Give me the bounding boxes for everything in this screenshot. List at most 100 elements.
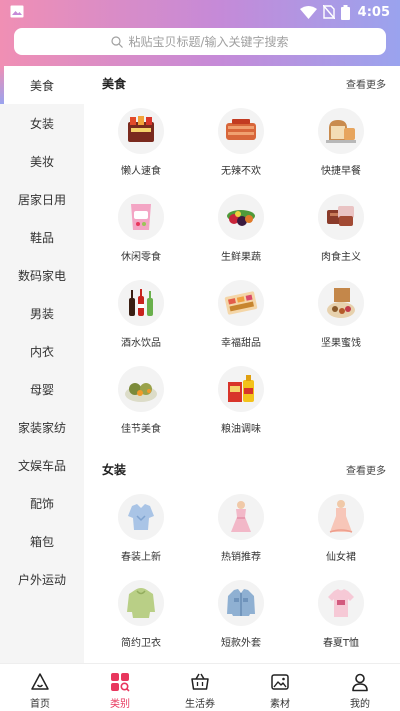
section-title: 女装: [102, 463, 127, 477]
grid-item-label: 简约卫衣: [121, 638, 161, 649]
sidebar-item-underwear[interactable]: 内衣: [0, 332, 84, 370]
grid-item-nuts[interactable]: 坚果蜜饯: [296, 280, 386, 360]
search-placeholder: 粘贴宝贝标题/输入关键字搜索: [128, 35, 289, 49]
grid-item-breakfast[interactable]: 快捷早餐: [296, 108, 386, 188]
nav-label: 生活券: [185, 699, 215, 710]
grid-item-drinks[interactable]: 酒水饮品: [96, 280, 186, 360]
category-icon: [111, 673, 130, 692]
grid-item-label: 粮油调味: [221, 424, 261, 435]
sidebar-item-baby[interactable]: 母婴: [0, 370, 84, 408]
gallery-notification-icon: [10, 5, 24, 18]
grid-item-snacks[interactable]: 休闲零食: [96, 194, 186, 274]
view-more-link[interactable]: 查看更多: [346, 462, 386, 477]
status-bar: 4:05: [0, 0, 400, 24]
grid-item-instant-food[interactable]: 懒人速食: [96, 108, 186, 188]
sidebar-item-mens-wear[interactable]: 男装: [0, 294, 84, 332]
sidebar-item-shoes[interactable]: 鞋品: [0, 218, 84, 256]
grid-item-meat[interactable]: 肉食主义: [296, 194, 386, 274]
no-sim-icon: [322, 5, 335, 19]
grid-item-grain-oil[interactable]: 粮油调味: [196, 366, 286, 446]
sidebar-item-label: 母婴: [29, 382, 54, 397]
battery-icon: [340, 4, 350, 20]
search-input[interactable]: 粘贴宝贝标题/输入关键字搜索: [14, 28, 386, 55]
sidebar-item-label: 鞋品: [29, 230, 54, 245]
view-more-link[interactable]: 查看更多: [346, 76, 386, 91]
grid-item-spicy[interactable]: 无辣不欢: [196, 108, 286, 188]
nuts-icon: [318, 280, 364, 326]
search-icon: [111, 35, 124, 48]
sidebar-item-accessories[interactable]: 配饰: [0, 484, 84, 522]
nav-label: 素材: [270, 699, 290, 710]
sidebar-item-beauty[interactable]: 美妆: [0, 142, 84, 180]
grid-item-label: 佳节美食: [121, 424, 161, 435]
sidebar-item-household[interactable]: 居家日用: [0, 180, 84, 218]
sidebar-item-label: 美食: [29, 78, 54, 93]
user-icon: [352, 673, 368, 692]
sidebar-item-label: 女装: [29, 116, 54, 131]
grid-item-label: 酒水饮品: [121, 338, 161, 349]
category-sidebar: 美食 女装 美妆 居家日用 鞋品 数码家电 男装 内衣 母婴 家装家纺 文娱车品…: [0, 66, 84, 663]
sidebar-item-label: 户外运动: [17, 572, 66, 587]
nav-materials[interactable]: 素材: [240, 664, 320, 711]
status-icons: 4:05: [299, 3, 390, 21]
sidebar-item-bags[interactable]: 箱包: [0, 522, 84, 560]
sidebar-item-label: 居家日用: [17, 192, 66, 207]
grid-item-label: 快捷早餐: [321, 166, 361, 177]
section-womens-wear: 女装 查看更多 春装上新 热销推荐 仙女裙 简约卫衣 短款外套 春夏T恤: [84, 452, 400, 663]
festival-food-icon: [118, 366, 164, 412]
grid-item-hoodie[interactable]: 简约卫衣: [96, 580, 186, 660]
grid-item-label: 懒人速食: [121, 166, 161, 177]
dress-icon: [218, 494, 264, 540]
sidebar-item-food[interactable]: 美食: [0, 66, 84, 104]
bottles-icon: [118, 280, 164, 326]
nav-home[interactable]: 首页: [0, 664, 80, 711]
tshirt-icon: [318, 580, 364, 626]
bottom-nav: 首页 类别 生活券 素材 我的: [0, 663, 400, 711]
section-food: 美食 查看更多 懒人速食 无辣不欢 快捷早餐 休闲零食 生鲜果蔬 肉食主义 酒水…: [84, 66, 400, 462]
blouse-icon: [118, 494, 164, 540]
sidebar-item-label: 家装家纺: [17, 420, 66, 435]
sidebar-item-electronics[interactable]: 数码家电: [0, 256, 84, 294]
sidebar-item-label: 美妆: [29, 154, 54, 169]
grid-item-fresh-produce[interactable]: 生鲜果蔬: [196, 194, 286, 274]
sidebar-item-label: 文娱车品: [17, 458, 66, 473]
sidebar-item-label: 箱包: [29, 534, 54, 549]
grid-item-label: 休闲零食: [121, 252, 161, 263]
category-content: 美食 查看更多 懒人速食 无辣不欢 快捷早餐 休闲零食 生鲜果蔬 肉食主义 酒水…: [84, 66, 400, 663]
sidebar-item-label: 内衣: [29, 344, 54, 359]
grid-item-desserts[interactable]: 幸福甜品: [196, 280, 286, 360]
fruit-icon: [218, 194, 264, 240]
sidebar-item-womens-wear[interactable]: 女装: [0, 104, 84, 142]
sidebar-item-entertainment-auto[interactable]: 文娱车品: [0, 446, 84, 484]
status-time: 4:05: [357, 4, 390, 20]
oil-bottle-icon: [218, 366, 264, 412]
grid-item-spring-new[interactable]: 春装上新: [96, 494, 186, 574]
grid-item-label: 春装上新: [121, 552, 161, 563]
grid-item-fairy-dress[interactable]: 仙女裙: [296, 494, 386, 574]
grid-item-hot-sale[interactable]: 热销推荐: [196, 494, 286, 574]
nav-profile[interactable]: 我的: [320, 664, 400, 711]
grid-item-label: 幸福甜品: [221, 338, 261, 349]
instant-food-icon: [118, 108, 164, 154]
nav-category[interactable]: 类别: [80, 664, 160, 711]
bread-icon: [318, 108, 364, 154]
grid-item-label: 春夏T恤: [322, 638, 360, 649]
sidebar-item-outdoor[interactable]: 户外运动: [0, 560, 84, 598]
sidebar-item-home-textiles[interactable]: 家装家纺: [0, 408, 84, 446]
denim-jacket-icon: [218, 580, 264, 626]
nav-label: 我的: [350, 699, 370, 710]
nav-coupons[interactable]: 生活券: [160, 664, 240, 711]
grid-item-tshirt[interactable]: 春夏T恤: [296, 580, 386, 660]
grid-item-label: 热销推荐: [221, 552, 261, 563]
grid-item-festival-food[interactable]: 佳节美食: [96, 366, 186, 446]
section-title: 美食: [102, 77, 127, 91]
fairy-dress-icon: [318, 494, 364, 540]
header: 4:05 粘贴宝贝标题/输入关键字搜索: [0, 0, 400, 66]
home-icon: [31, 673, 49, 690]
grid-item-label: 肉食主义: [321, 252, 361, 263]
snack-bag-icon: [118, 194, 164, 240]
grid-item-label: 仙女裙: [326, 552, 356, 563]
grid-item-short-jacket[interactable]: 短款外套: [196, 580, 286, 660]
grid-item-label: 坚果蜜饯: [321, 338, 361, 349]
sidebar-item-label: 数码家电: [17, 268, 66, 283]
